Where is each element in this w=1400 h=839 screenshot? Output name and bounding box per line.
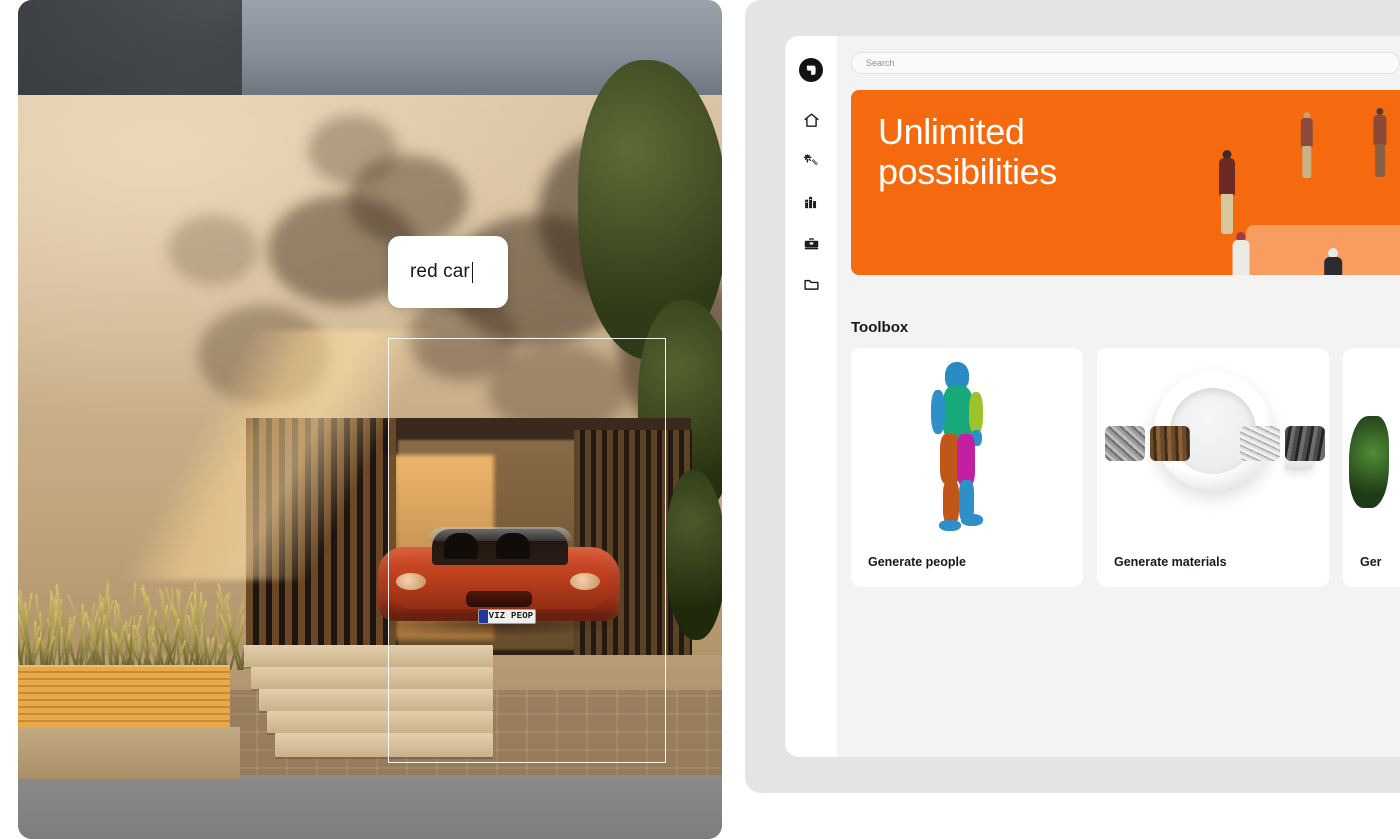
- sidebar-rail: [785, 36, 837, 757]
- material-swatch[interactable]: [1150, 426, 1190, 461]
- sidebar-item-projects[interactable]: [800, 273, 822, 295]
- app-logo-icon[interactable]: [799, 58, 823, 82]
- toolbox-card-list: Generate people Generate materials Ger: [851, 348, 1400, 587]
- toolbox-card-generate-materials[interactable]: Generate materials: [1097, 348, 1329, 587]
- card-art-people: [851, 354, 1083, 534]
- person-cutout: [1298, 112, 1315, 179]
- selection-marquee[interactable]: [388, 338, 666, 763]
- material-swatch-row: [1105, 426, 1325, 461]
- card-art-vegetation: [1343, 354, 1400, 534]
- text-caret: [472, 262, 474, 283]
- ornamental-grasses: [18, 570, 244, 670]
- toolbox-card-generate-vegetation[interactable]: Ger: [1343, 348, 1400, 587]
- wood-planter: [18, 665, 230, 727]
- search-input[interactable]: Search: [851, 52, 1400, 74]
- screenshot-root: VIZ PEOP red car Search Unlimited possib…: [0, 0, 1400, 839]
- hero-banner-title: Unlimited possibilities: [878, 112, 1057, 191]
- toolbox-heading: Toolbox: [851, 319, 1400, 336]
- person-cutout: [1229, 232, 1252, 275]
- prompt-input[interactable]: red car: [388, 236, 508, 308]
- sidebar-item-toolbox[interactable]: [800, 232, 822, 254]
- plant-icon: [1349, 416, 1389, 508]
- sidebar-item-magic-wand[interactable]: [800, 150, 822, 172]
- app-window: Search Unlimited possibilities Toolbox G…: [785, 36, 1400, 757]
- material-swatch[interactable]: [1195, 426, 1235, 461]
- card-label: Generate people: [868, 555, 966, 569]
- person-cutout: [1371, 108, 1389, 179]
- road: [18, 775, 722, 839]
- material-swatch[interactable]: [1285, 426, 1325, 461]
- material-swatch[interactable]: [1105, 426, 1145, 461]
- person-cutout: [1216, 150, 1238, 236]
- render-photo-panel: VIZ PEOP red car: [18, 0, 722, 839]
- card-label: Generate materials: [1114, 555, 1227, 569]
- person-cutout: [1321, 248, 1345, 275]
- search-placeholder: Search: [866, 58, 895, 68]
- sidebar-item-library[interactable]: [800, 191, 822, 213]
- card-label: Ger: [1360, 555, 1382, 569]
- concrete-curb: [18, 727, 240, 779]
- prompt-input-value: red car: [410, 261, 470, 283]
- tree: [666, 470, 722, 640]
- card-art-materials: [1097, 354, 1329, 534]
- sidebar-item-home[interactable]: [800, 109, 822, 131]
- material-swatch[interactable]: [1240, 426, 1280, 461]
- app-content: Search Unlimited possibilities Toolbox G…: [837, 36, 1400, 757]
- app-shell: Search Unlimited possibilities Toolbox G…: [745, 0, 1400, 793]
- toolbox-card-generate-people[interactable]: Generate people: [851, 348, 1083, 587]
- photo-canvas: VIZ PEOP red car: [18, 0, 722, 839]
- hero-banner: Unlimited possibilities: [851, 90, 1400, 275]
